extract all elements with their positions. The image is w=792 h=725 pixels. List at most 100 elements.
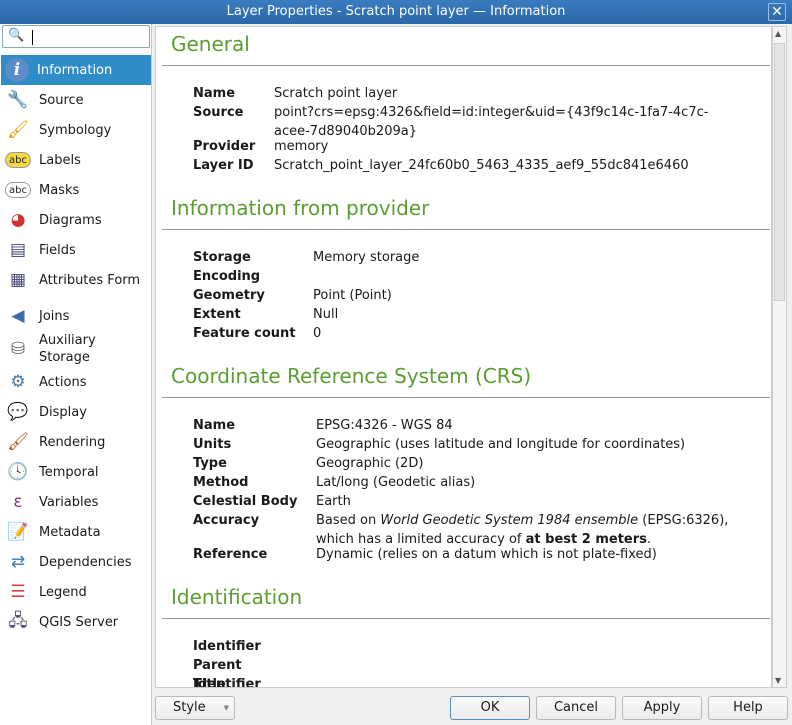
info-row: Name EPSG:4326 - WGS 84 — [193, 416, 766, 435]
info-row: Title — [193, 675, 763, 688]
info-value: Memory storage — [313, 250, 420, 265]
info-label: Accuracy — [193, 513, 260, 528]
metadata-icon: 📝 — [7, 522, 29, 542]
info-label: Reference — [193, 547, 268, 562]
info-label: Provider — [193, 139, 256, 154]
info-row: Storage Memory storage — [193, 248, 763, 267]
temporal-icon: 🕓 — [7, 462, 29, 482]
apply-button[interactable]: Apply — [622, 696, 702, 720]
sidebar-item-label: Masks — [39, 182, 80, 198]
section-heading: Identification — [171, 585, 303, 609]
sidebar-item-qgis-server[interactable]: 🖧 QGIS Server — [1, 607, 151, 637]
sidebar-item-diagrams[interactable]: ◕ Diagrams — [1, 205, 151, 235]
sidebar-item-fields[interactable]: ▤ Fields — [1, 235, 151, 265]
accuracy-datum: World Geodetic System 1984 ensemble — [380, 513, 639, 528]
sidebar-item-symbology[interactable]: 🖌 Symbology — [1, 115, 151, 145]
sidebar-item-label: Labels — [39, 152, 81, 168]
accuracy-text: Based on — [316, 513, 381, 528]
scroll-down-icon[interactable]: ▼ — [775, 676, 781, 685]
info-row: Type Geographic (2D) — [193, 454, 766, 473]
help-button[interactable]: Help — [708, 696, 788, 720]
info-row: Method Lat/long (Geodetic alias) — [193, 473, 766, 492]
sidebar-item-label: Fields — [39, 242, 76, 258]
info-label: Type — [193, 456, 227, 471]
info-row: Extent Null — [193, 305, 763, 324]
ok-button[interactable]: OK — [450, 696, 530, 720]
info-value — [313, 675, 763, 687]
legend-icon: ☰ — [10, 582, 26, 602]
info-value: Geographic (2D) — [316, 456, 424, 471]
chevron-down-icon: ▼ — [223, 704, 229, 712]
info-row: Reference Dynamic (relies on a datum whic… — [193, 545, 766, 564]
information-icon: i — [5, 58, 29, 82]
sidebar-item-label: Joins — [39, 308, 70, 324]
window-title: Layer Properties - Scratch point layer —… — [226, 4, 566, 19]
info-label: Extent — [193, 307, 241, 322]
sidebar-item-label: Source — [39, 92, 84, 108]
section-heading: Coordinate Reference System (CRS) — [171, 364, 532, 388]
cancel-button[interactable]: Cancel — [536, 696, 616, 720]
info-row: Encoding — [193, 267, 763, 286]
info-label: Name — [193, 86, 236, 101]
search-icon: 🔍 — [8, 28, 25, 43]
section-divider — [162, 397, 770, 398]
section-divider — [162, 229, 770, 230]
sidebar-item-actions[interactable]: ⚙ Actions — [1, 367, 151, 397]
qgis-server-icon: 🖧 — [8, 610, 28, 631]
info-row: Accuracy Based on World Geodetic System 1… — [193, 511, 766, 549]
section-divider — [162, 65, 770, 66]
sidebar-item-information[interactable]: i Information — [1, 55, 151, 85]
info-value — [313, 637, 763, 656]
scrollbar[interactable]: ▲ ▼ — [772, 26, 787, 688]
sidebar-item-label: Legend — [39, 584, 87, 600]
info-panel: General Name Scratch point layer Source poin… — [155, 26, 772, 688]
sidebar-item-source[interactable]: 🔧 Source — [1, 85, 151, 115]
info-row: Units Geographic (uses latitude and longi… — [193, 435, 766, 454]
info-label: Source — [193, 105, 244, 120]
info-label: Encoding — [193, 269, 261, 284]
info-label: Geometry — [193, 288, 265, 303]
sidebar-item-auxiliary-storage[interactable]: ⛁ Auxiliary Storage — [1, 331, 151, 367]
sidebar-item-metadata[interactable]: 📝 Metadata — [1, 517, 151, 547]
sidebar-item-label: Information — [37, 62, 113, 78]
variables-icon: ε — [13, 492, 23, 512]
title-bar: Layer Properties - Scratch point layer —… — [0, 0, 792, 24]
search-input[interactable]: 🔍 — [2, 25, 150, 48]
sidebar-item-temporal[interactable]: 🕓 Temporal — [1, 457, 151, 487]
sidebar-item-label: Attributes Form — [39, 272, 141, 288]
info-value: Scratch_point_layer_24fc60b0_5463_4335_a… — [274, 158, 689, 173]
sidebar-item-legend[interactable]: ☰ Legend — [1, 577, 151, 607]
info-value: EPSG:4326 - WGS 84 — [316, 418, 453, 433]
sidebar-item-dependencies[interactable]: ⇄ Dependencies — [1, 547, 151, 577]
info-value: Based on World Geodetic System 1984 ense… — [316, 511, 766, 549]
info-label: Title — [193, 677, 226, 688]
dependencies-icon: ⇄ — [10, 552, 26, 572]
info-label: Identifier — [193, 639, 261, 654]
sidebar-item-label: Diagrams — [39, 212, 102, 228]
info-value — [313, 267, 763, 286]
close-button[interactable]: ✕ — [768, 3, 786, 21]
sidebar-item-label: Rendering — [39, 434, 106, 450]
sidebar-item-masks[interactable]: abc Masks — [1, 175, 151, 205]
sidebar-item-variables[interactable]: ε Variables — [1, 487, 151, 517]
info-row: Feature count 0 — [193, 324, 763, 343]
auxiliary-storage-icon: ⛁ — [10, 339, 26, 359]
joins-icon: ◀ — [11, 306, 25, 326]
sidebar-item-display[interactable]: 💬 Display — [1, 397, 151, 427]
attributes-form-icon: ▦ — [9, 270, 27, 290]
scroll-up-icon[interactable]: ▲ — [775, 29, 781, 38]
info-row: Geometry Point (Point) — [193, 286, 763, 305]
sidebar-item-rendering[interactable]: 🖌 Rendering — [1, 427, 151, 457]
info-row: Provider memory — [193, 137, 714, 156]
rendering-icon: 🖌 — [7, 432, 29, 452]
sidebar-item-label: Actions — [39, 374, 87, 390]
scroll-thumb[interactable] — [774, 43, 785, 301]
style-button[interactable]: Style ▼ — [155, 696, 235, 720]
info-label: Storage — [193, 250, 251, 265]
sidebar-item-joins[interactable]: ◀ Joins — [1, 301, 151, 331]
sidebar: 🔍 i Information 🔧 Source 🖌 Symbology abc Labels… — [0, 24, 152, 725]
sidebar-item-attributes-form[interactable]: ▦ Attributes Form — [1, 265, 151, 295]
sidebar-item-label: Dependencies — [39, 554, 132, 570]
sidebar-item-labels[interactable]: abc Labels — [1, 145, 151, 175]
labels-icon: abc — [5, 152, 31, 168]
